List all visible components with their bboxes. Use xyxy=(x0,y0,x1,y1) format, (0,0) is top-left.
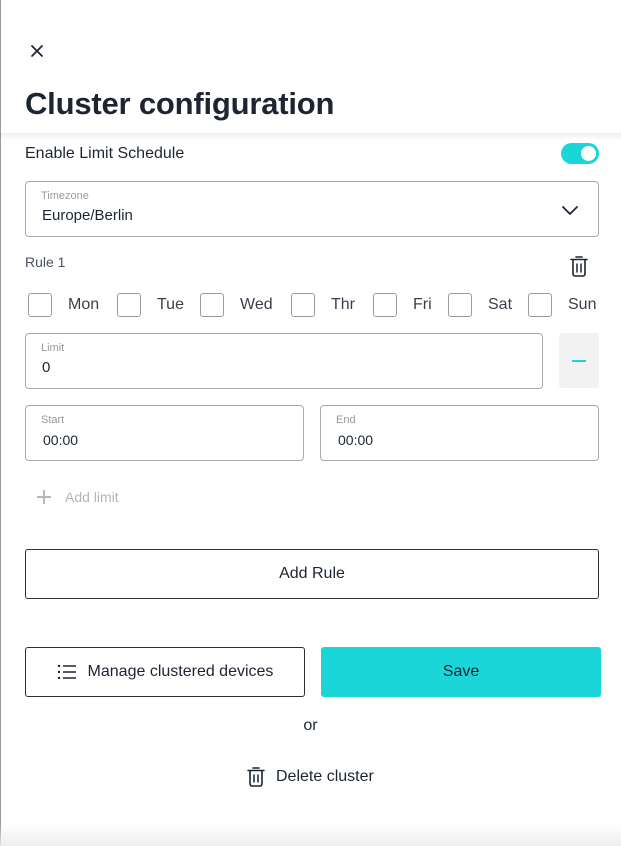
day-checkbox-sat[interactable]: Sat xyxy=(448,293,512,317)
trash-icon xyxy=(247,767,265,787)
end-time-input[interactable]: End 00:00 xyxy=(320,405,599,461)
start-time-input[interactable]: Start 00:00 xyxy=(25,405,304,461)
rule-label: Rule 1 xyxy=(25,254,66,270)
chevron-down-icon xyxy=(562,206,578,215)
day-checkbox-wed[interactable]: Wed xyxy=(200,293,273,317)
or-separator: or xyxy=(303,717,318,734)
day-checkbox-mon[interactable]: Mon xyxy=(28,293,99,317)
add-rule-button[interactable]: Add Rule xyxy=(25,549,599,599)
page-title: Cluster configuration xyxy=(25,86,335,121)
day-checkbox-sun[interactable]: Sun xyxy=(528,293,596,317)
checkbox[interactable] xyxy=(291,293,315,317)
add-limit-label: Add limit xyxy=(65,489,119,505)
timezone-label: Timezone xyxy=(41,190,89,202)
day-checkbox-thr[interactable]: Thr xyxy=(291,293,355,317)
day-label: Sat xyxy=(488,296,513,313)
day-label: Thr xyxy=(331,296,355,313)
day-label: Wed xyxy=(240,296,273,313)
list-icon xyxy=(57,664,76,680)
day-checkbox-fri[interactable]: Fri xyxy=(373,293,432,317)
delete-cluster-label: Delete cluster xyxy=(276,768,374,785)
close-button[interactable] xyxy=(28,42,46,60)
checkbox[interactable] xyxy=(448,293,472,317)
checkbox[interactable] xyxy=(528,293,552,317)
remove-limit-button[interactable] xyxy=(559,333,599,388)
checkbox[interactable] xyxy=(117,293,141,317)
save-button[interactable]: Save xyxy=(321,647,601,697)
end-label: End xyxy=(336,414,356,426)
delete-cluster-button[interactable]: Delete cluster xyxy=(246,766,374,788)
trash-icon xyxy=(570,256,588,277)
minus-icon xyxy=(572,360,586,362)
limit-value: 0 xyxy=(42,359,51,376)
limit-label: Limit xyxy=(41,342,65,354)
checkbox[interactable] xyxy=(28,293,52,317)
timezone-value: Europe/Berlin xyxy=(42,207,133,224)
day-label: Tue xyxy=(157,296,184,313)
close-icon xyxy=(31,45,43,57)
add-limit-button[interactable]: Add limit xyxy=(36,487,119,507)
manage-clustered-devices-button[interactable]: Manage clustered devices xyxy=(25,647,305,697)
delete-rule-button[interactable] xyxy=(568,254,590,278)
header-divider xyxy=(0,133,621,141)
limit-input[interactable]: Limit 0 xyxy=(25,333,543,389)
timezone-select[interactable]: Timezone Europe/Berlin xyxy=(25,181,599,237)
start-value: 00:00 xyxy=(43,432,79,448)
toggle-knob xyxy=(581,146,596,161)
plus-icon xyxy=(36,489,52,505)
end-value: 00:00 xyxy=(338,432,374,448)
start-label: Start xyxy=(41,414,65,426)
day-checkbox-tue[interactable]: Tue xyxy=(117,293,184,317)
day-label: Sun xyxy=(568,296,597,313)
checkbox[interactable] xyxy=(373,293,397,317)
enable-schedule-label: Enable Limit Schedule xyxy=(25,145,185,162)
manage-label: Manage clustered devices xyxy=(87,663,274,680)
bottom-fade xyxy=(0,824,621,846)
day-label: Mon xyxy=(68,296,100,313)
day-label: Fri xyxy=(413,296,432,313)
enable-schedule-toggle[interactable] xyxy=(561,143,599,164)
checkbox[interactable] xyxy=(200,293,224,317)
